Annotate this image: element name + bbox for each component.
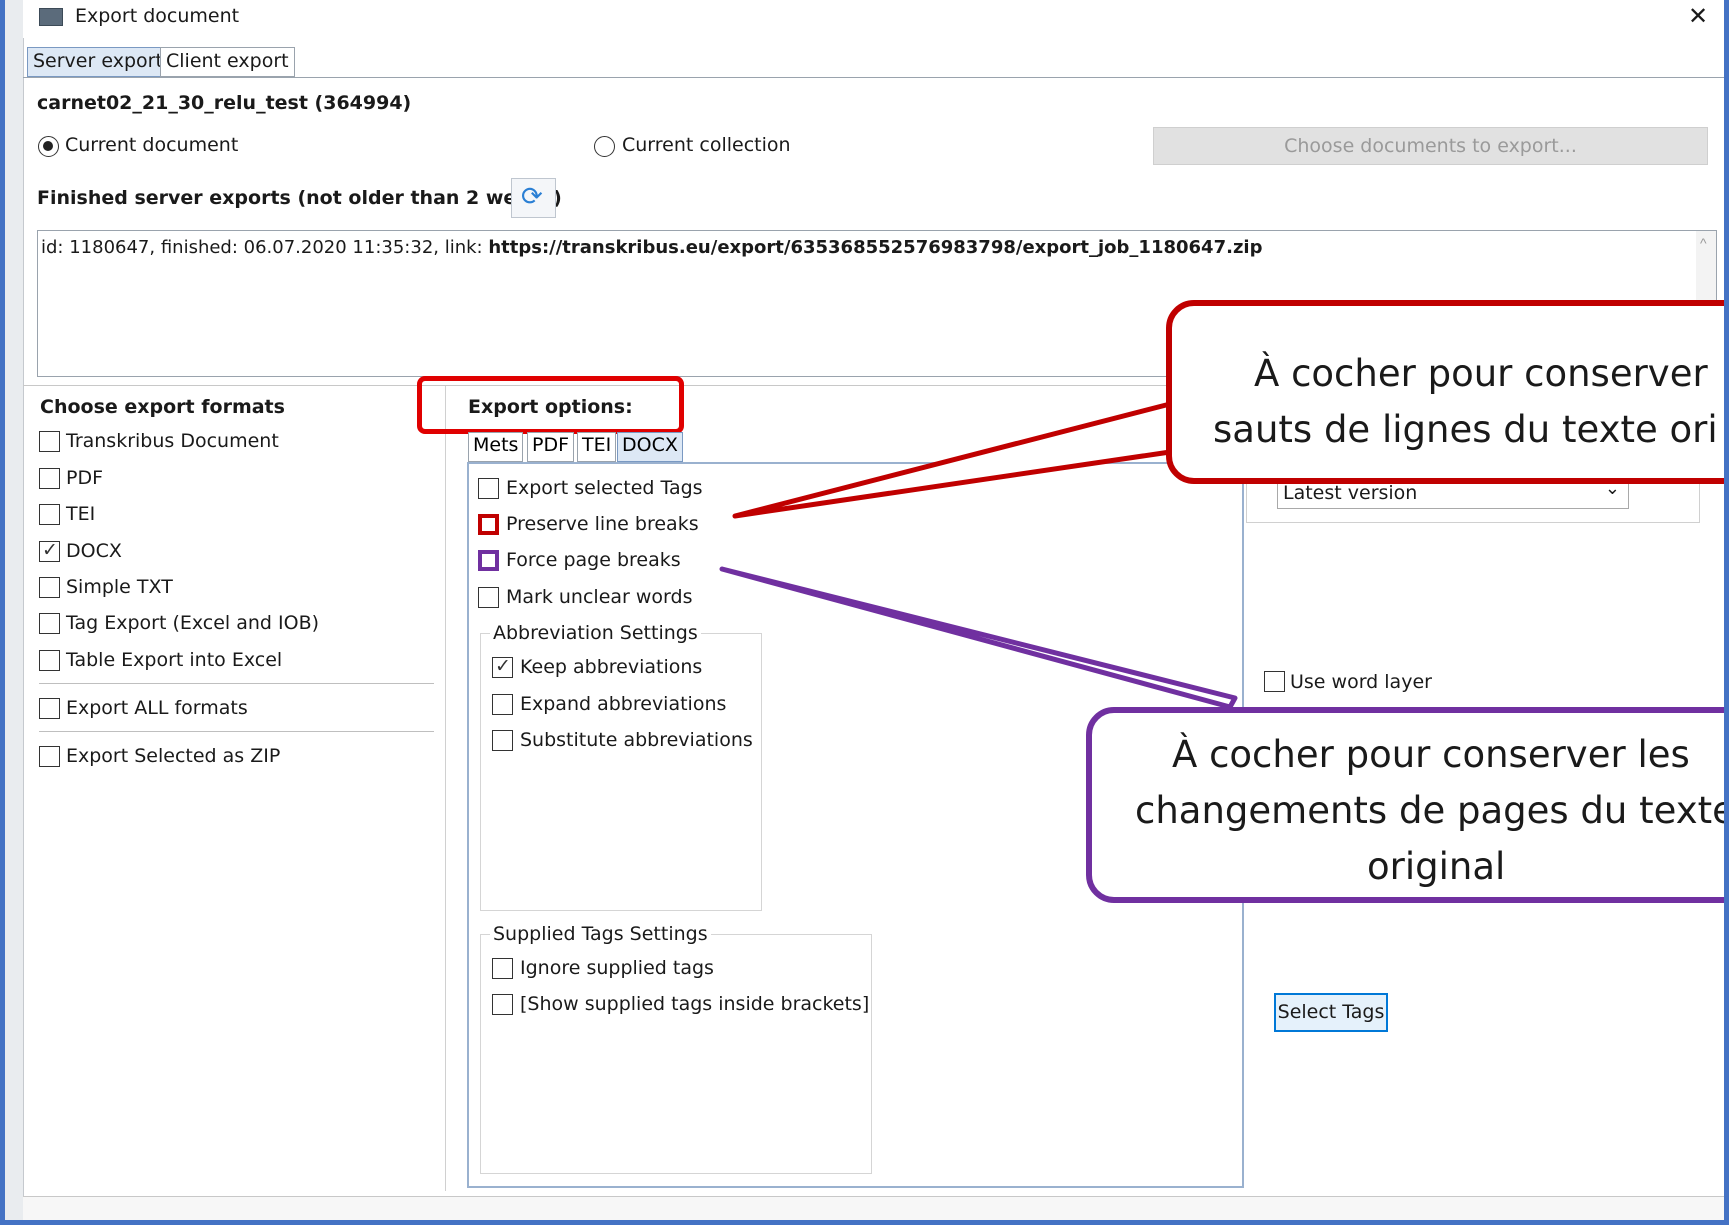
callout-line-breaks-line-2: sauts de lignes du texte ori — [1213, 408, 1718, 451]
purple-callout-pointer — [719, 566, 1238, 710]
red-callout-pointer — [732, 401, 1173, 519]
callout-page-breaks-line-1: À cocher pour conserver les — [1172, 733, 1690, 776]
callout-line-breaks: À cocher pour conserver sauts de lignes … — [1166, 300, 1729, 484]
callout-page-breaks: À cocher pour conserver les changements … — [1086, 707, 1729, 903]
callout-page-breaks-line-3: original — [1367, 845, 1506, 888]
callout-pointers — [719, 401, 1238, 710]
callout-page-breaks-line-2: changements de pages du texte — [1135, 789, 1729, 832]
callout-line-breaks-line-1: À cocher pour conserver — [1254, 352, 1708, 395]
